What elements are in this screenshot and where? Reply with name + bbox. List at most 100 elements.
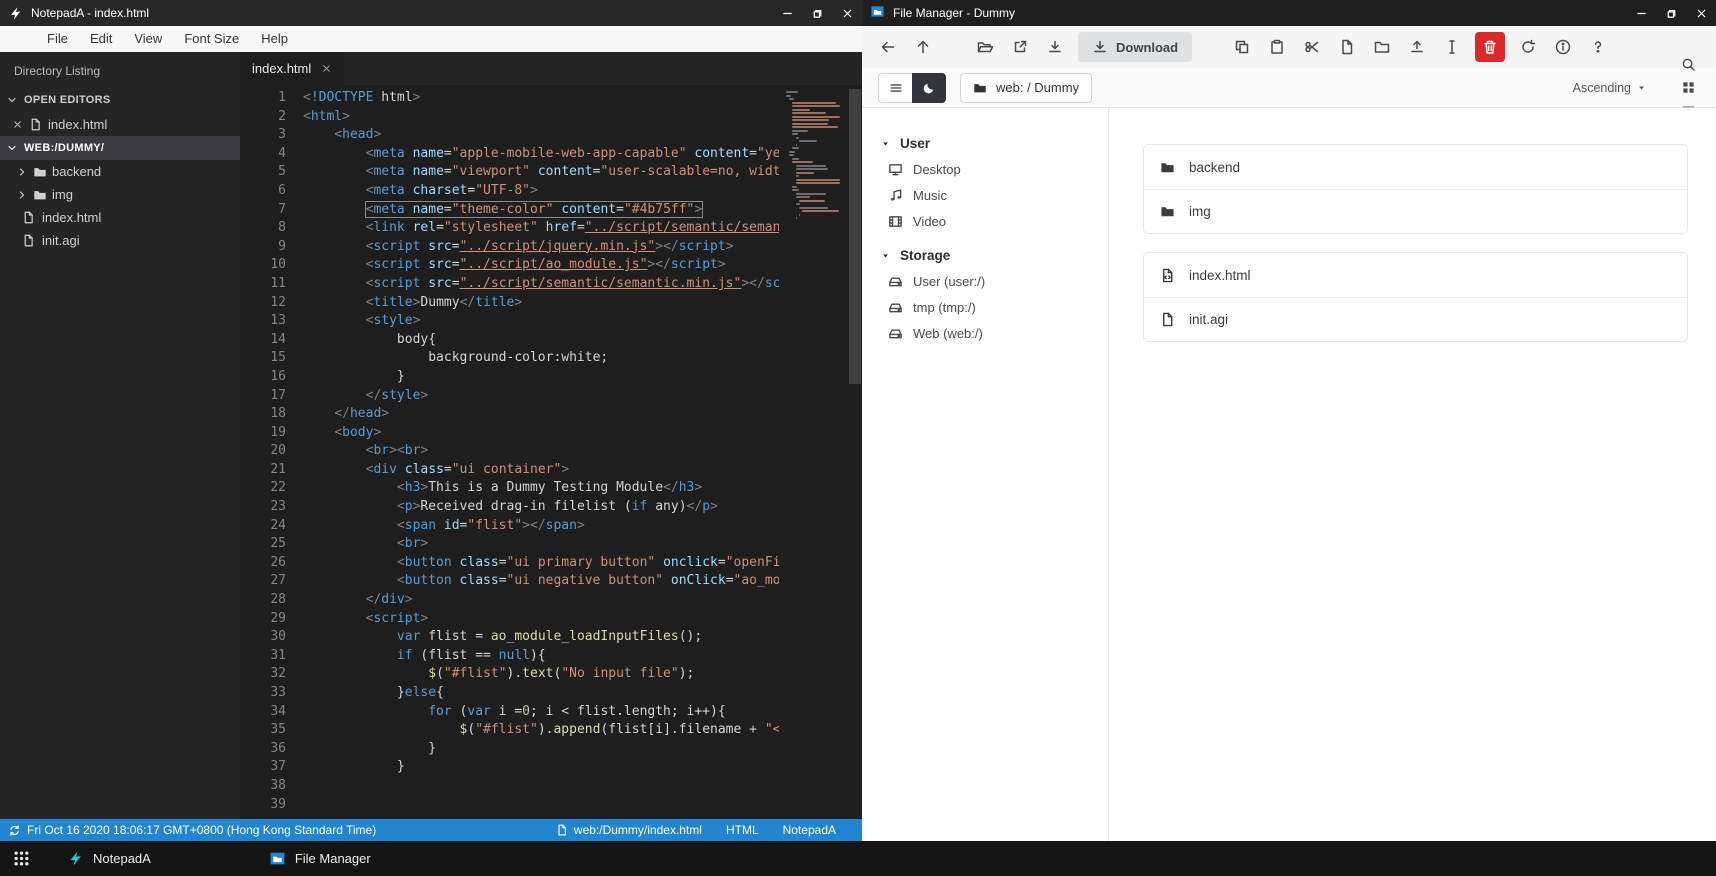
menu-button[interactable] bbox=[878, 72, 912, 103]
code-line-16[interactable]: 16 } bbox=[240, 368, 862, 387]
tree-item-init-agi[interactable]: init.agi bbox=[0, 229, 240, 252]
workspace-root[interactable]: WEB:/DUMMY/ bbox=[0, 136, 240, 160]
code-line-22[interactable]: 22 <h3>This is a Dummy Testing Module</h… bbox=[240, 479, 862, 498]
sidebar-item-tmp-tmp[interactable]: tmp (tmp:/) bbox=[880, 294, 1108, 320]
code-editor[interactable]: 1 <!DOCTYPE html> 2 <html> 3 <head> 4 <meta n… bbox=[240, 85, 862, 819]
paste-button[interactable] bbox=[1265, 35, 1289, 59]
properties-button[interactable] bbox=[1551, 35, 1575, 59]
dark-mode-button[interactable] bbox=[912, 72, 946, 103]
filemanager-maximize-button[interactable] bbox=[1656, 0, 1686, 26]
download-button[interactable] bbox=[1043, 35, 1067, 59]
code-line-29[interactable]: 29 <script> bbox=[240, 610, 862, 629]
menu-font-size[interactable]: Font Size bbox=[173, 26, 250, 52]
start-menu-button[interactable] bbox=[10, 847, 33, 870]
code-line-20[interactable]: 20 <br><br> bbox=[240, 442, 862, 461]
menu-file[interactable]: File bbox=[36, 26, 79, 52]
notepada-minimize-button[interactable] bbox=[772, 0, 802, 26]
code-line-26[interactable]: 26 <button class="ui primary button" onc… bbox=[240, 554, 862, 573]
code-line-15[interactable]: 15 background-color:white; bbox=[240, 349, 862, 368]
filemanager-minimize-button[interactable] bbox=[1626, 0, 1656, 26]
editor-scrollbar[interactable] bbox=[848, 85, 862, 819]
code-line-24[interactable]: 24 <span id="flist"></span> bbox=[240, 517, 862, 536]
new-folder-button[interactable] bbox=[1370, 35, 1394, 59]
up-button[interactable] bbox=[911, 35, 935, 59]
code-line-34[interactable]: 34 for (var i =0; i < flist.length; i++)… bbox=[240, 703, 862, 722]
code-line-28[interactable]: 28 </div> bbox=[240, 591, 862, 610]
code-line-23[interactable]: 23 <p>Received drag-in filelist (if any)… bbox=[240, 498, 862, 517]
file-row-img[interactable]: img bbox=[1144, 189, 1687, 233]
rename-button[interactable] bbox=[1440, 35, 1464, 59]
back-button[interactable] bbox=[876, 35, 900, 59]
code-line-7[interactable]: 7 <meta name="theme-color" content="#4b7… bbox=[240, 200, 862, 220]
tree-item-index-html[interactable]: index.html bbox=[0, 206, 240, 229]
download-labeled-button[interactable]: Download bbox=[1078, 32, 1193, 62]
code-line-2[interactable]: 2 <html> bbox=[240, 108, 862, 127]
minimap[interactable] bbox=[786, 91, 844, 228]
filemanager-titlebar[interactable]: File Manager - Dummy bbox=[862, 0, 1716, 26]
file-row-index-html[interactable]: index.html bbox=[1144, 253, 1687, 297]
code-line-4[interactable]: 4 <meta name="apple-mobile-web-app-capab… bbox=[240, 145, 862, 164]
sidebar-section-storage[interactable]: Storage bbox=[880, 242, 1108, 268]
code-line-12[interactable]: 12 <title>Dummy</title> bbox=[240, 294, 862, 313]
code-line-6[interactable]: 6 <meta charset="UTF-8"> bbox=[240, 182, 862, 201]
tree-item-img[interactable]: img bbox=[0, 183, 240, 206]
upload-button[interactable] bbox=[1405, 35, 1429, 59]
grid-view-button[interactable] bbox=[1677, 76, 1700, 99]
code-line-32[interactable]: 32 $("#flist").text("No input file"); bbox=[240, 665, 862, 684]
notepada-maximize-button[interactable] bbox=[802, 0, 832, 26]
code-line-27[interactable]: 27 <button class="ui negative button" on… bbox=[240, 572, 862, 591]
cut-button[interactable] bbox=[1300, 35, 1324, 59]
sidebar-item-user-user[interactable]: User (user:/) bbox=[880, 268, 1108, 294]
refresh-button[interactable] bbox=[1516, 35, 1540, 59]
open-in-new-window-button[interactable] bbox=[1008, 35, 1032, 59]
code-line-18[interactable]: 18 </head> bbox=[240, 405, 862, 424]
code-line-10[interactable]: 10 <script src="../script/ao_module.js">… bbox=[240, 256, 862, 275]
code-line-31[interactable]: 31 if (flist == null){ bbox=[240, 647, 862, 666]
file-row-backend[interactable]: backend bbox=[1144, 145, 1687, 189]
sidebar-item-web-web[interactable]: Web (web:/) bbox=[880, 320, 1108, 346]
filemanager-close-button[interactable] bbox=[1686, 0, 1716, 26]
code-line-3[interactable]: 3 <head> bbox=[240, 126, 862, 145]
code-line-33[interactable]: 33 }else{ bbox=[240, 684, 862, 703]
notepada-close-button[interactable] bbox=[832, 0, 862, 26]
menu-help[interactable]: Help bbox=[250, 26, 299, 52]
code-line-9[interactable]: 9 <script src="../script/jquery.min.js">… bbox=[240, 238, 862, 257]
sidebar-item-desktop[interactable]: Desktop bbox=[880, 156, 1108, 182]
taskbar-notepada[interactable]: NotepadA bbox=[67, 850, 151, 867]
open-button[interactable] bbox=[973, 35, 997, 59]
code-line-14[interactable]: 14 body{ bbox=[240, 331, 862, 350]
menu-edit[interactable]: Edit bbox=[79, 26, 123, 52]
code-line-38[interactable]: 38 bbox=[240, 777, 862, 796]
code-line-35[interactable]: 35 $("#flist").append(flist[i].filename … bbox=[240, 721, 862, 740]
code-line-30[interactable]: 30 var flist = ao_module_loadInputFiles(… bbox=[240, 628, 862, 647]
menu-view[interactable]: View bbox=[123, 26, 173, 52]
code-line-39[interactable]: 39 bbox=[240, 796, 862, 815]
tree-item-backend[interactable]: backend bbox=[0, 160, 240, 183]
copy-button[interactable] bbox=[1230, 35, 1254, 59]
scrollbar-thumb[interactable] bbox=[849, 89, 861, 384]
code-line-11[interactable]: 11 <script src="../script/semantic/seman… bbox=[240, 275, 862, 294]
code-line-13[interactable]: 13 <style> bbox=[240, 312, 862, 331]
code-line-17[interactable]: 17 </style> bbox=[240, 387, 862, 406]
taskbar-file-manager[interactable]: File Manager bbox=[269, 850, 371, 867]
code-line-36[interactable]: 36 } bbox=[240, 740, 862, 759]
code-line-5[interactable]: 5 <meta name="viewport" content="user-sc… bbox=[240, 163, 862, 182]
path-breadcrumb[interactable]: web: / Dummy bbox=[960, 72, 1093, 103]
code-line-37[interactable]: 37 } bbox=[240, 758, 862, 777]
new-file-button[interactable] bbox=[1335, 35, 1359, 59]
code-line-21[interactable]: 21 <div class="ui container"> bbox=[240, 461, 862, 480]
code-line-8[interactable]: 8 <link rel="stylesheet" href="../script… bbox=[240, 219, 862, 238]
code-line-19[interactable]: 19 <body> bbox=[240, 424, 862, 443]
open-editor-index-html[interactable]: index.html bbox=[0, 112, 240, 136]
tab-close-icon[interactable] bbox=[321, 63, 332, 74]
sidebar-item-music[interactable]: Music bbox=[880, 182, 1108, 208]
code-line-1[interactable]: 1 <!DOCTYPE html> bbox=[240, 89, 862, 108]
tab-index-html[interactable]: index.html bbox=[240, 52, 345, 85]
sidebar-section-user[interactable]: User bbox=[880, 130, 1108, 156]
open-editors-section[interactable]: OPEN EDITORS bbox=[0, 88, 240, 112]
sort-dropdown[interactable]: Ascending bbox=[1573, 81, 1647, 95]
code-line-25[interactable]: 25 <br> bbox=[240, 535, 862, 554]
file-row-init-agi[interactable]: init.agi bbox=[1144, 297, 1687, 341]
sidebar-item-video[interactable]: Video bbox=[880, 208, 1108, 234]
delete-button[interactable] bbox=[1475, 32, 1506, 62]
